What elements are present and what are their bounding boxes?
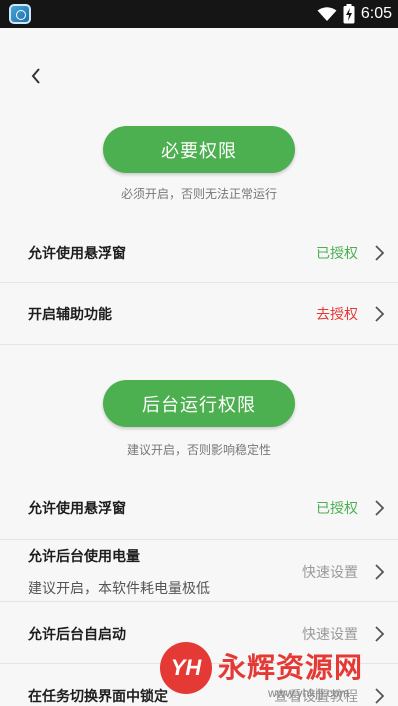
status-time: 6:05 — [360, 5, 392, 22]
chevron-right-icon — [375, 245, 385, 261]
chevron-right-icon — [375, 500, 385, 516]
status-granted: 已授权 — [316, 246, 358, 262]
row-title: 允许后台使用电量 — [28, 549, 140, 565]
background-permissions-button[interactable]: 后台运行权限 — [103, 380, 295, 427]
permissions-page: 必要权限 必须开启，否则无法正常运行 允许使用悬浮窗 已授权 开启辅助功能 去授… — [0, 28, 398, 706]
wifi-icon — [317, 7, 337, 21]
chevron-right-icon — [375, 626, 385, 642]
row-title: 允许使用悬浮窗 — [28, 501, 126, 517]
battery-charging-icon — [343, 4, 355, 24]
watermark-logo: YH — [160, 642, 212, 694]
row-title: 允许后台自启动 — [28, 627, 126, 643]
watermark-name: 永辉资源网 — [218, 651, 364, 684]
watermark: YH 永辉资源网 www.yhkjjj.com — [160, 642, 398, 706]
row-title: 在任务切换界面中锁定 — [28, 689, 168, 705]
status-granted: 已授权 — [316, 501, 358, 517]
status-bar: 6:05 — [0, 0, 398, 28]
row-subtitle: 建议开启，本软件耗电量极低 — [28, 581, 210, 597]
row-background-overlay[interactable]: 允许使用悬浮窗 已授权 — [0, 478, 398, 540]
row-background-battery[interactable]: 允许后台使用电量 建议开启，本软件耗电量极低 快速设置 — [0, 540, 398, 602]
row-title: 开启辅助功能 — [28, 307, 112, 323]
chevron-right-icon — [375, 306, 385, 322]
quick-setup-link[interactable]: 快速设置 — [302, 624, 358, 644]
background-caption: 建议开启，否则影响稳定性 — [126, 443, 271, 457]
app-notification-icon — [9, 4, 31, 24]
row-title: 允许使用悬浮窗 — [28, 246, 126, 262]
row-required-overlay[interactable]: 允许使用悬浮窗 已授权 — [0, 223, 398, 283]
required-permissions-button[interactable]: 必要权限 — [103, 126, 295, 173]
required-caption: 必须开启，否则无法正常运行 — [120, 187, 277, 201]
back-button[interactable] — [24, 64, 48, 88]
row-required-accessibility[interactable]: 开启辅助功能 去授权 — [0, 283, 398, 345]
watermark-url: www.yhkjjj.com — [268, 686, 350, 700]
chevron-right-icon — [375, 564, 385, 580]
quick-setup-link[interactable]: 快速设置 — [302, 562, 358, 582]
status-not-granted: 去授权 — [316, 307, 358, 323]
status-indicators: 6:05 — [317, 2, 392, 26]
chevron-left-icon — [31, 68, 40, 84]
